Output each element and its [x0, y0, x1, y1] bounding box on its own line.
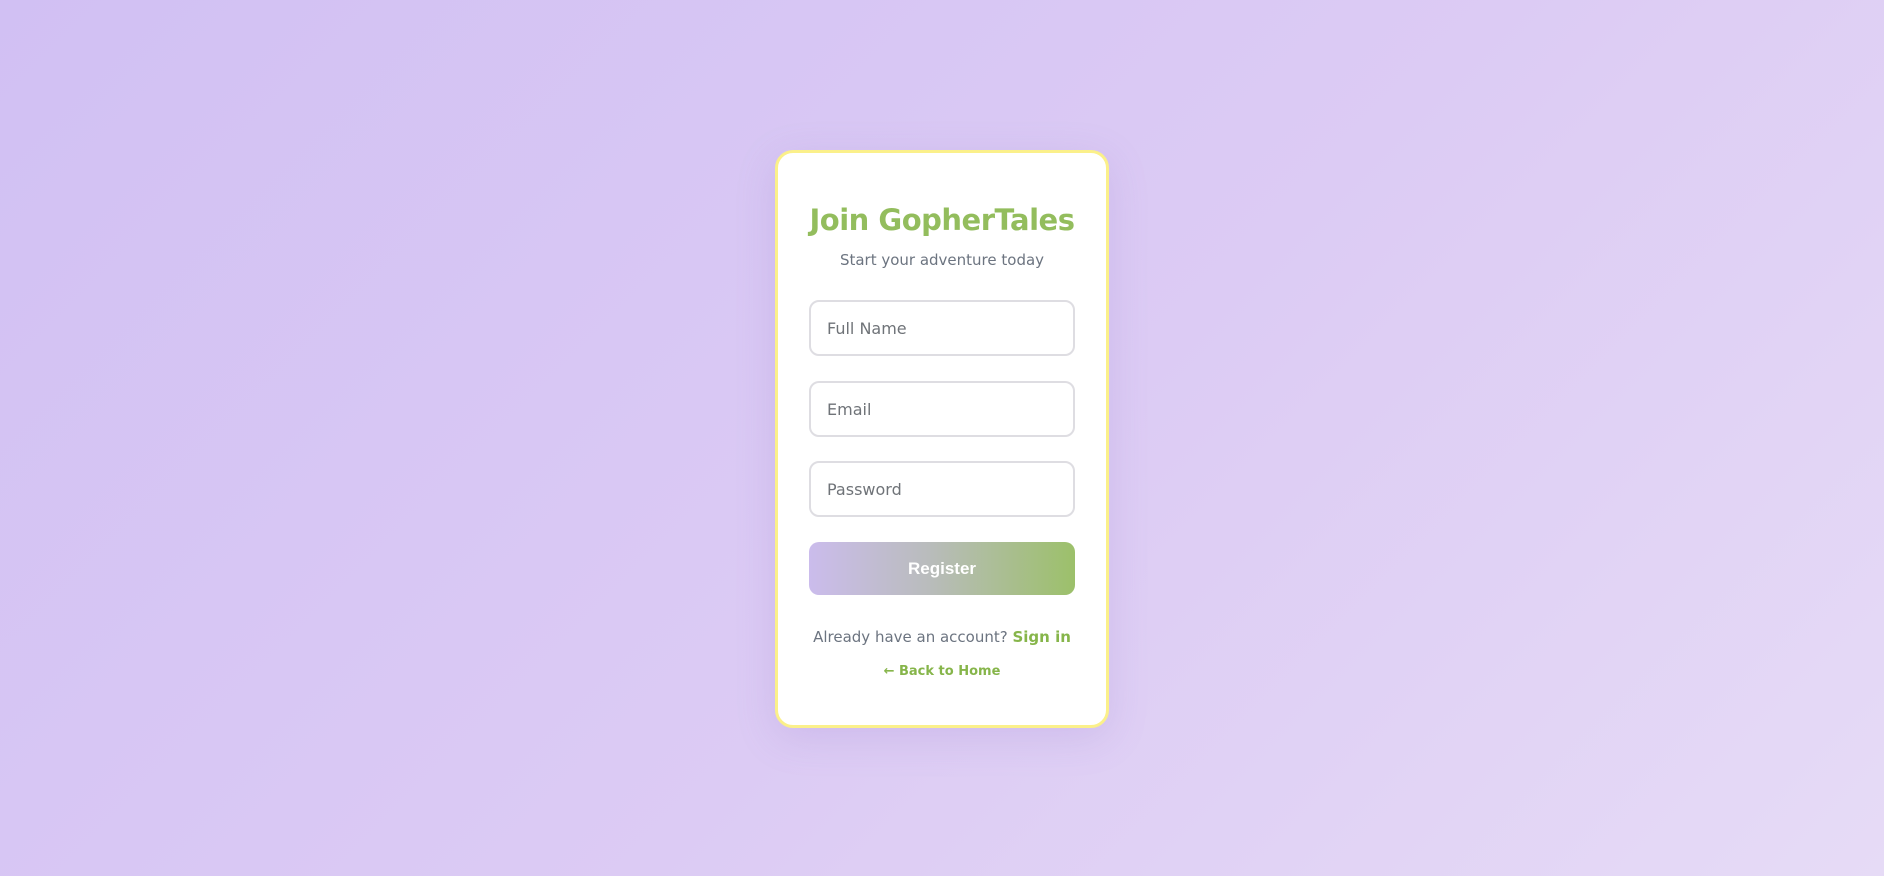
signin-prompt: Already have an account? — [813, 628, 1013, 646]
back-to-home-link[interactable]: ← Back to Home — [778, 664, 1106, 679]
password-input[interactable] — [809, 461, 1075, 517]
register-button[interactable]: Register — [809, 542, 1075, 595]
full-name-input[interactable] — [809, 300, 1075, 356]
email-input[interactable] — [809, 381, 1075, 437]
signin-link[interactable]: Sign in — [1012, 628, 1070, 646]
page-title: Join GopherTales — [809, 203, 1075, 237]
register-card: Join GopherTales Start your adventure to… — [775, 150, 1109, 728]
signin-row: Already have an account? Sign in — [778, 628, 1106, 646]
page-subtitle: Start your adventure today — [839, 251, 1045, 269]
